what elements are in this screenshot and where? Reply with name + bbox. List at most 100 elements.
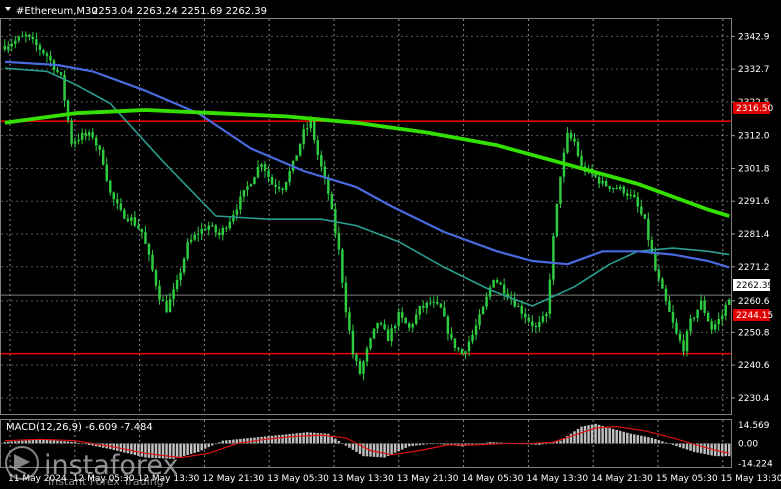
candle-body — [263, 164, 267, 171]
macd-histogram-bar — [207, 443, 210, 448]
macd-histogram-bar — [56, 440, 59, 444]
price-axis-label: 2250.8 — [738, 328, 770, 338]
candle-body — [611, 188, 615, 190]
macd-histogram-bar — [284, 434, 288, 444]
candle-body — [80, 132, 84, 140]
candle-body — [196, 233, 200, 235]
macd-histogram-bar — [393, 443, 397, 453]
candle-body — [678, 333, 682, 341]
candle-body — [102, 149, 105, 165]
candle-body — [471, 334, 474, 342]
candle-body — [446, 316, 450, 334]
candle-body — [640, 206, 643, 215]
macd-histogram-bar — [218, 442, 221, 444]
candle-body — [193, 234, 196, 240]
time-axis-label: 13 May 21:30 — [397, 474, 459, 484]
trading-chart[interactable]: instaforex Instant Forex Trading #Ethere… — [0, 0, 781, 489]
candle-body — [87, 132, 91, 136]
candle-body — [717, 318, 720, 325]
macd-histogram-bar — [488, 442, 492, 444]
macd-histogram-bar — [63, 441, 66, 444]
macd-histogram-bar — [594, 423, 597, 444]
candle-body — [436, 302, 439, 304]
candle-body — [524, 313, 527, 318]
candle-body — [35, 39, 38, 46]
macd-histogram-bar — [274, 435, 277, 444]
macd-histogram-bar — [636, 435, 640, 444]
macd-histogram-bar — [400, 443, 404, 450]
candle-body — [351, 330, 355, 355]
candle-body — [225, 227, 228, 229]
macd-histogram-bar — [626, 432, 629, 444]
macd-histogram-bar — [379, 443, 383, 458]
macd-histogram-bar — [685, 443, 689, 450]
candle-body — [668, 300, 671, 312]
candle-body — [154, 270, 158, 286]
candle-body — [228, 221, 232, 229]
macd-histogram-bar — [221, 440, 225, 444]
candle-body — [601, 180, 604, 184]
time-axis-label: 12 May 21:30 — [202, 474, 264, 484]
candle-body — [650, 239, 654, 253]
candle-body — [618, 186, 622, 189]
candle-body — [573, 138, 576, 142]
candle-body — [569, 132, 573, 139]
candle-body — [516, 305, 520, 307]
time-axis-label: 13 May 05:30 — [267, 474, 329, 484]
candle-body — [453, 338, 457, 348]
candle-body — [671, 311, 675, 323]
candle-body — [527, 317, 531, 322]
lower-level-tag-text: 2244.15 — [736, 311, 773, 321]
candle-body — [98, 145, 101, 150]
price-axis-label: 2281.4 — [738, 230, 770, 240]
macd-histogram-bar — [397, 443, 400, 452]
candle-body — [457, 347, 460, 350]
macd-histogram-bar — [313, 432, 316, 444]
candle-body — [654, 252, 657, 271]
candle-body — [59, 72, 63, 75]
candle-body — [576, 141, 580, 156]
candle-body — [165, 301, 168, 313]
candle-body — [151, 254, 154, 271]
price-axis-label: 2342.9 — [738, 32, 770, 42]
candle-body — [147, 243, 151, 255]
candle-body — [274, 184, 277, 188]
candle-body — [710, 321, 713, 330]
candle-body — [221, 227, 225, 236]
candle-body — [253, 177, 256, 185]
grid — [1, 19, 731, 467]
candle-body — [379, 322, 383, 325]
candle-body — [365, 348, 369, 362]
macd-histogram-bar — [267, 436, 270, 444]
dropdown-triangle-icon[interactable] — [5, 7, 11, 11]
price-axis: 2342.92332.72322.52312.02301.82291.62281… — [731, 32, 770, 404]
macd-histogram-bar — [689, 443, 692, 451]
macd-histogram-bar — [21, 440, 24, 444]
time-axis-label: 15 May 05:30 — [656, 474, 718, 484]
candle-body — [696, 309, 699, 318]
candle-body — [123, 209, 126, 219]
candle-body — [320, 154, 323, 167]
macd-histogram-bar — [372, 443, 376, 457]
candle-body — [362, 361, 365, 374]
candle-body — [256, 166, 260, 178]
macd-histogram-bar — [478, 443, 481, 445]
candle-body — [657, 270, 661, 279]
macd-histogram-bar — [383, 443, 386, 458]
candle-body — [348, 312, 351, 331]
candle-body — [647, 218, 650, 240]
macd-histogram-bar — [203, 443, 207, 449]
candle-body — [182, 258, 186, 273]
macd-histogram-bar — [298, 432, 302, 444]
macd-axis: 14.569 0.00 -14.224 — [738, 421, 773, 470]
candle-body — [239, 196, 242, 210]
macd-histogram-bar — [305, 432, 309, 444]
candle-body — [386, 329, 390, 342]
time-axis-label: 14 May 13:30 — [526, 474, 588, 484]
macd-histogram-bar — [327, 433, 330, 444]
candle-body — [189, 239, 193, 242]
ohlc-values: 2253.04 2263.24 2251.69 2262.39 — [92, 6, 267, 17]
candle-body — [531, 321, 534, 327]
candle-body — [425, 302, 429, 308]
macd-histogram-bar — [362, 443, 365, 457]
